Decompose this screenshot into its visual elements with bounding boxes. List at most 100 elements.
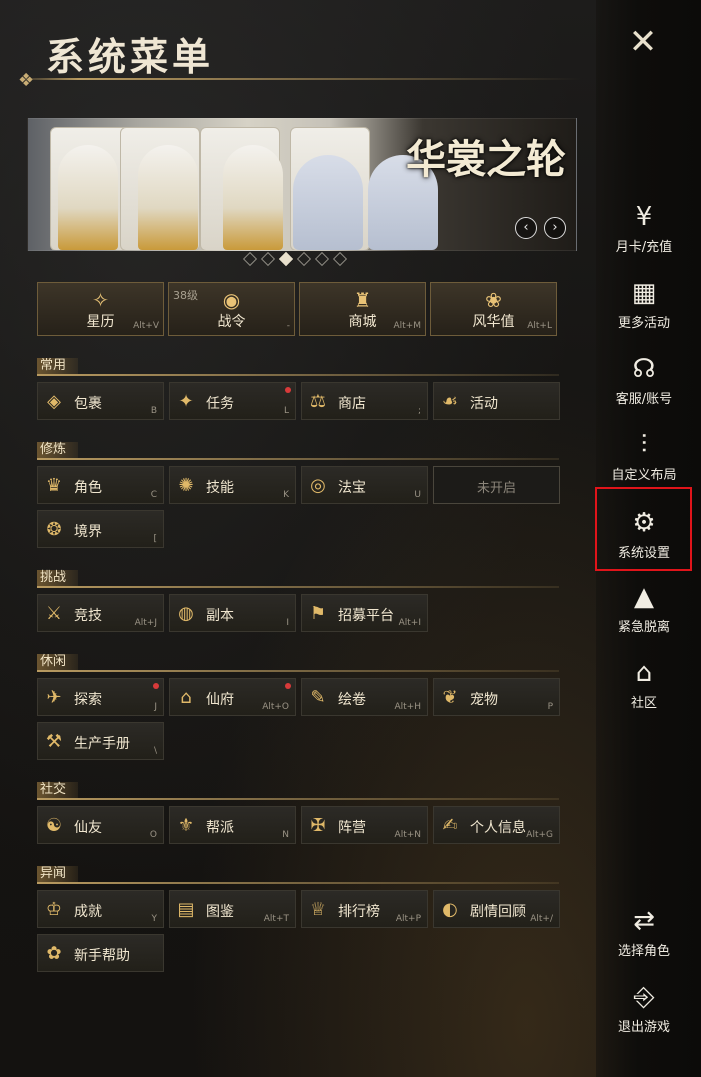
realm-icon: ❂	[46, 519, 62, 540]
menu-item-label: 招募平台	[338, 608, 394, 624]
menu-item[interactable]: ❦ 宠物 P	[433, 678, 560, 716]
sidebar-support[interactable]: ☊ 客服/账号	[600, 352, 688, 407]
level-badge: 38级	[173, 289, 198, 302]
menu-item-label: 帮派	[206, 820, 234, 836]
menu-item[interactable]: ♕ 排行榜 Alt+P	[301, 890, 428, 928]
sidebar-community-home[interactable]: ⌂ 社区	[600, 656, 688, 711]
banner-dot[interactable]	[260, 251, 276, 267]
charm-icon: ❀	[485, 288, 502, 312]
feature-button[interactable]: ❀ 风华值 Alt+L	[430, 282, 557, 336]
shortcut-key: C	[150, 490, 157, 500]
section-title: 社交	[37, 782, 79, 798]
menu-item[interactable]: ✍ 个人信息 Alt+G	[433, 806, 560, 844]
section-divider	[37, 670, 559, 672]
banner-pagination	[242, 251, 348, 267]
sidebar-layout[interactable]: ⫶ 自定义布局	[600, 428, 688, 483]
sidebar-recharge[interactable]: ¥ 月卡/充值	[600, 200, 688, 255]
banner-dot[interactable]	[242, 251, 258, 267]
shortcut-key: O	[149, 830, 157, 840]
sidebar-label: 选择角色	[617, 944, 670, 959]
notification-dot	[285, 387, 291, 393]
menu-item[interactable]: ✿ 新手帮助	[37, 934, 164, 972]
menu-item[interactable]: ✠ 阵营 Alt+N	[301, 806, 428, 844]
banner-next-button[interactable]: ›	[544, 217, 566, 239]
top-feature-buttons: ✧ 星历 Alt+V ◉ 战令 - 38级 ♜ 商城 Alt+M ❀ 风华值 Alt+L	[37, 282, 557, 336]
feature-button[interactable]: ♜ 商城 Alt+M	[299, 282, 426, 336]
menu-item-label: 仙友	[74, 820, 102, 836]
promo-banner[interactable]: 华裳之轮 ‹ ›	[27, 118, 577, 251]
menu-item[interactable]: ⚑ 招募平台 Alt+I	[301, 594, 428, 632]
sidebar-exit-door[interactable]: ⎆ 退出游戏	[600, 980, 688, 1035]
menu-item[interactable]: ☯ 仙友 O	[37, 806, 164, 844]
scroll-icon: ✎	[310, 687, 326, 708]
menu-item-label: 活动	[470, 396, 498, 412]
layout-icon: ⫶	[640, 430, 648, 460]
mansion-icon: ⌂	[180, 687, 192, 708]
close-button[interactable]: ✕	[625, 24, 661, 60]
menu-item[interactable]: ♛ 角色 C	[37, 466, 164, 504]
menu-item[interactable]: ⚔ 竞技 Alt+J	[37, 594, 164, 632]
menu-item[interactable]: ❂ 境界 [	[37, 510, 164, 548]
banner-dot[interactable]	[332, 251, 348, 267]
explore-icon: ✈	[46, 687, 62, 708]
menu-item-label: 未开启	[476, 481, 516, 496]
menu-item-label: 竞技	[74, 608, 102, 624]
battle-pass-icon: ◉	[222, 288, 241, 312]
menu-item[interactable]: ☙ 活动	[433, 382, 560, 420]
dungeon-icon: ◍	[178, 603, 194, 624]
help-icon: ✿	[46, 943, 62, 964]
menu-item[interactable]: ⚜ 帮派 N	[169, 806, 296, 844]
banner-dot[interactable]	[314, 251, 330, 267]
faction-icon: ✠	[310, 815, 326, 836]
menu-item[interactable]: ✈ 探索 J	[37, 678, 164, 716]
feature-button[interactable]: ◉ 战令 - 38级	[168, 282, 295, 336]
sidebar-label: 退出游戏	[617, 1020, 670, 1035]
shortcut-key: -	[286, 321, 290, 331]
section-header: 修炼	[37, 442, 559, 460]
menu-item-label: 生产手册	[74, 736, 130, 752]
artifact-icon: ◎	[310, 475, 326, 496]
shortcut-key: Alt+O	[262, 702, 289, 712]
friends-icon: ☯	[45, 815, 63, 836]
chevron-right-icon: ›	[552, 220, 558, 235]
menu-item[interactable]: ▤ 图鉴 Alt+T	[169, 890, 296, 928]
menu-item-label: 包裹	[74, 396, 102, 412]
menu-item-label: 仙府	[206, 692, 234, 708]
character-icon: ♛	[45, 475, 63, 496]
menu-item[interactable]: ◈ 包裹 B	[37, 382, 164, 420]
menu-item[interactable]: ✺ 技能 K	[169, 466, 296, 504]
sidebar-warning[interactable]: ▲ 紧急脱离	[600, 580, 688, 635]
guild-icon: ⚜	[177, 815, 195, 836]
menu-item-label: 剧情回顾	[470, 904, 526, 920]
menu-item[interactable]: ♔ 成就 Y	[37, 890, 164, 928]
locked-slot: 未开启	[433, 466, 560, 504]
shortcut-key: B	[150, 406, 157, 416]
menu-item-label: 阵营	[338, 820, 366, 836]
banner-character	[138, 145, 198, 250]
shop-icon: ⚖	[309, 391, 327, 412]
section-title: 常用	[37, 358, 79, 374]
shortcut-key: Alt+M	[393, 321, 422, 331]
menu-item-label: 宠物	[470, 692, 498, 708]
menu-item[interactable]: ⌂ 仙府 Alt+O	[169, 678, 296, 716]
menu-item[interactable]: ✎ 绘卷 Alt+H	[301, 678, 428, 716]
menu-item[interactable]: ⚖ 商店;	[301, 382, 428, 420]
sidebar-switch-character[interactable]: ⇄ 选择角色	[600, 904, 688, 959]
section-title: 休闲	[37, 654, 79, 670]
banner-dot[interactable]	[296, 251, 312, 267]
banner-dot[interactable]	[278, 251, 294, 267]
pet-icon: ❦	[442, 687, 458, 708]
shortcut-key: Alt+V	[133, 321, 159, 331]
menu-item[interactable]: ◐ 剧情回顾 Alt+/	[433, 890, 560, 928]
shortcut-key: I	[286, 618, 289, 628]
menu-item[interactable]: ✦ 任务 L	[169, 382, 296, 420]
profile-icon: ✍	[442, 815, 458, 836]
sidebar-label: 客服/账号	[615, 392, 673, 407]
feature-button[interactable]: ✧ 星历 Alt+V	[37, 282, 164, 336]
sidebar-more-activities[interactable]: ▦ 更多活动	[600, 276, 688, 331]
banner-prev-button[interactable]: ‹	[515, 217, 537, 239]
menu-item[interactable]: ◍ 副本 I	[169, 594, 296, 632]
menu-item[interactable]: ◎ 法宝 U	[301, 466, 428, 504]
section-header: 社交	[37, 782, 559, 800]
menu-item[interactable]: ⚒ 生产手册 \	[37, 722, 164, 760]
